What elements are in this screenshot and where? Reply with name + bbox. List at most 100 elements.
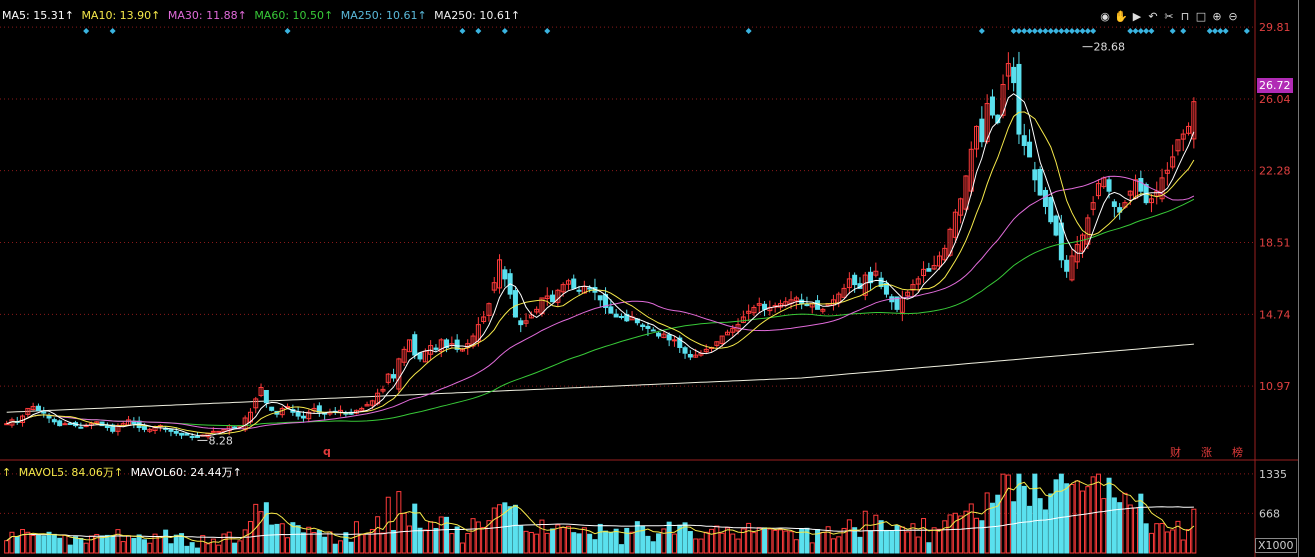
zoom-in-icon[interactable]: ⊕ — [1209, 8, 1225, 24]
q-marker[interactable]: q — [323, 445, 331, 458]
volume-bar — [878, 520, 884, 554]
volume-bar — [322, 536, 328, 554]
volume-unit-label: X1000 — [1255, 538, 1297, 553]
zoom-out-icon[interactable]: ⊖ — [1225, 8, 1241, 24]
signal-diamond — [1222, 28, 1229, 34]
volume-bar — [518, 525, 524, 554]
candle-body — [391, 374, 397, 379]
candle-body — [295, 411, 301, 417]
scissors-icon[interactable]: ✂ — [1161, 8, 1177, 24]
volume-bar — [915, 536, 921, 554]
candle-body — [1064, 259, 1070, 272]
lock-icon[interactable]: ⊓ — [1177, 8, 1193, 24]
signal-diamond — [284, 28, 291, 34]
candle-body — [1021, 135, 1027, 146]
volume-bar — [560, 527, 566, 554]
volume-bar — [205, 543, 211, 554]
signal-diamond — [1047, 28, 1054, 34]
signal-diamond — [1042, 28, 1049, 34]
candle-body — [1048, 197, 1054, 223]
candle-body — [979, 118, 985, 143]
volume-bar — [1064, 483, 1070, 554]
candle-body — [1037, 168, 1043, 196]
volume-bar — [974, 517, 980, 554]
volume-bar — [465, 533, 471, 554]
volume-bar — [35, 535, 41, 554]
volume-bar — [1021, 485, 1027, 554]
candle-body — [852, 274, 858, 286]
annotation-label: 8.28 — [208, 434, 233, 447]
eye-icon[interactable]: ◉ — [1097, 8, 1113, 24]
ma-label: MA250: 10.61↑ — [340, 9, 427, 22]
candle-body — [576, 289, 582, 292]
candle-body — [412, 334, 418, 356]
price-tick-label: 26.04 — [1259, 93, 1291, 106]
candle-body — [41, 411, 47, 414]
volume-bar — [544, 532, 550, 554]
volume-bar — [449, 533, 455, 554]
candle-body — [216, 430, 222, 433]
volume-bar — [311, 532, 317, 554]
volume-bar — [258, 511, 264, 554]
gain-badge[interactable]: 涨 — [1201, 444, 1212, 460]
volume-bar — [67, 544, 73, 554]
volume-bar — [1005, 474, 1011, 554]
volume-bar — [889, 530, 895, 554]
volume-bar — [470, 518, 476, 554]
signal-diamond — [1063, 28, 1070, 34]
volume-bar — [83, 542, 89, 554]
square-icon[interactable]: □ — [1193, 8, 1209, 24]
volume-bar — [263, 502, 269, 554]
signal-diamond — [1217, 28, 1224, 34]
signal-diamond — [544, 28, 551, 34]
volume-bar — [481, 526, 487, 554]
signal-diamond — [109, 28, 116, 34]
candle-body — [650, 329, 656, 332]
finance-badge[interactable]: 财 — [1170, 444, 1181, 460]
candle-body — [1042, 189, 1048, 207]
volume-bar — [1159, 522, 1165, 554]
ranking-badge[interactable]: 榜 — [1232, 444, 1243, 460]
candle-body — [83, 425, 89, 428]
volume-bar — [523, 530, 529, 554]
candle-body — [210, 430, 216, 433]
volume-bar — [375, 516, 381, 554]
hand-icon[interactable]: ✋ — [1113, 8, 1129, 24]
volume-bar — [157, 535, 163, 554]
candle-body — [1011, 66, 1017, 84]
volume-bar — [232, 542, 238, 554]
volume-bar — [226, 531, 232, 554]
volume-bar — [1117, 502, 1123, 554]
volume-bar — [507, 506, 513, 554]
volume-bar — [783, 530, 789, 554]
volume-bar — [1101, 498, 1107, 554]
ma-label: MA30: 11.88↑ — [167, 9, 247, 22]
candle-body — [173, 430, 179, 434]
candle-body — [179, 432, 185, 436]
candle-body — [232, 426, 238, 429]
volume-bar — [926, 542, 932, 554]
volume-bar — [719, 532, 725, 554]
volume-bar — [1069, 483, 1075, 554]
undo-icon[interactable]: ↶ — [1145, 8, 1161, 24]
candle-body — [4, 423, 10, 426]
ma-label: MA5: 15.31↑ — [2, 9, 74, 22]
play-icon[interactable]: ▶ — [1129, 8, 1145, 24]
volume-bar — [338, 540, 344, 554]
candle-body — [666, 334, 672, 341]
ma-label: MA10: 13.90↑ — [81, 9, 161, 22]
candle-body — [502, 269, 508, 280]
volume-bar — [1048, 493, 1054, 554]
volume-bar — [809, 542, 815, 554]
volume-bar — [502, 502, 508, 554]
volume-bar — [1154, 523, 1160, 554]
volume-bar — [343, 532, 349, 554]
signal-diamond — [459, 28, 466, 34]
signal-diamond — [1068, 28, 1075, 34]
volume-bar — [73, 536, 79, 554]
volume-bar — [788, 531, 794, 554]
ma-legend: MA5: 15.31↑ MA10: 13.90↑ MA30: 11.88↑ MA… — [2, 9, 524, 22]
volume-bar — [894, 524, 900, 554]
volume-bar — [751, 532, 757, 554]
candle-body — [682, 347, 688, 354]
